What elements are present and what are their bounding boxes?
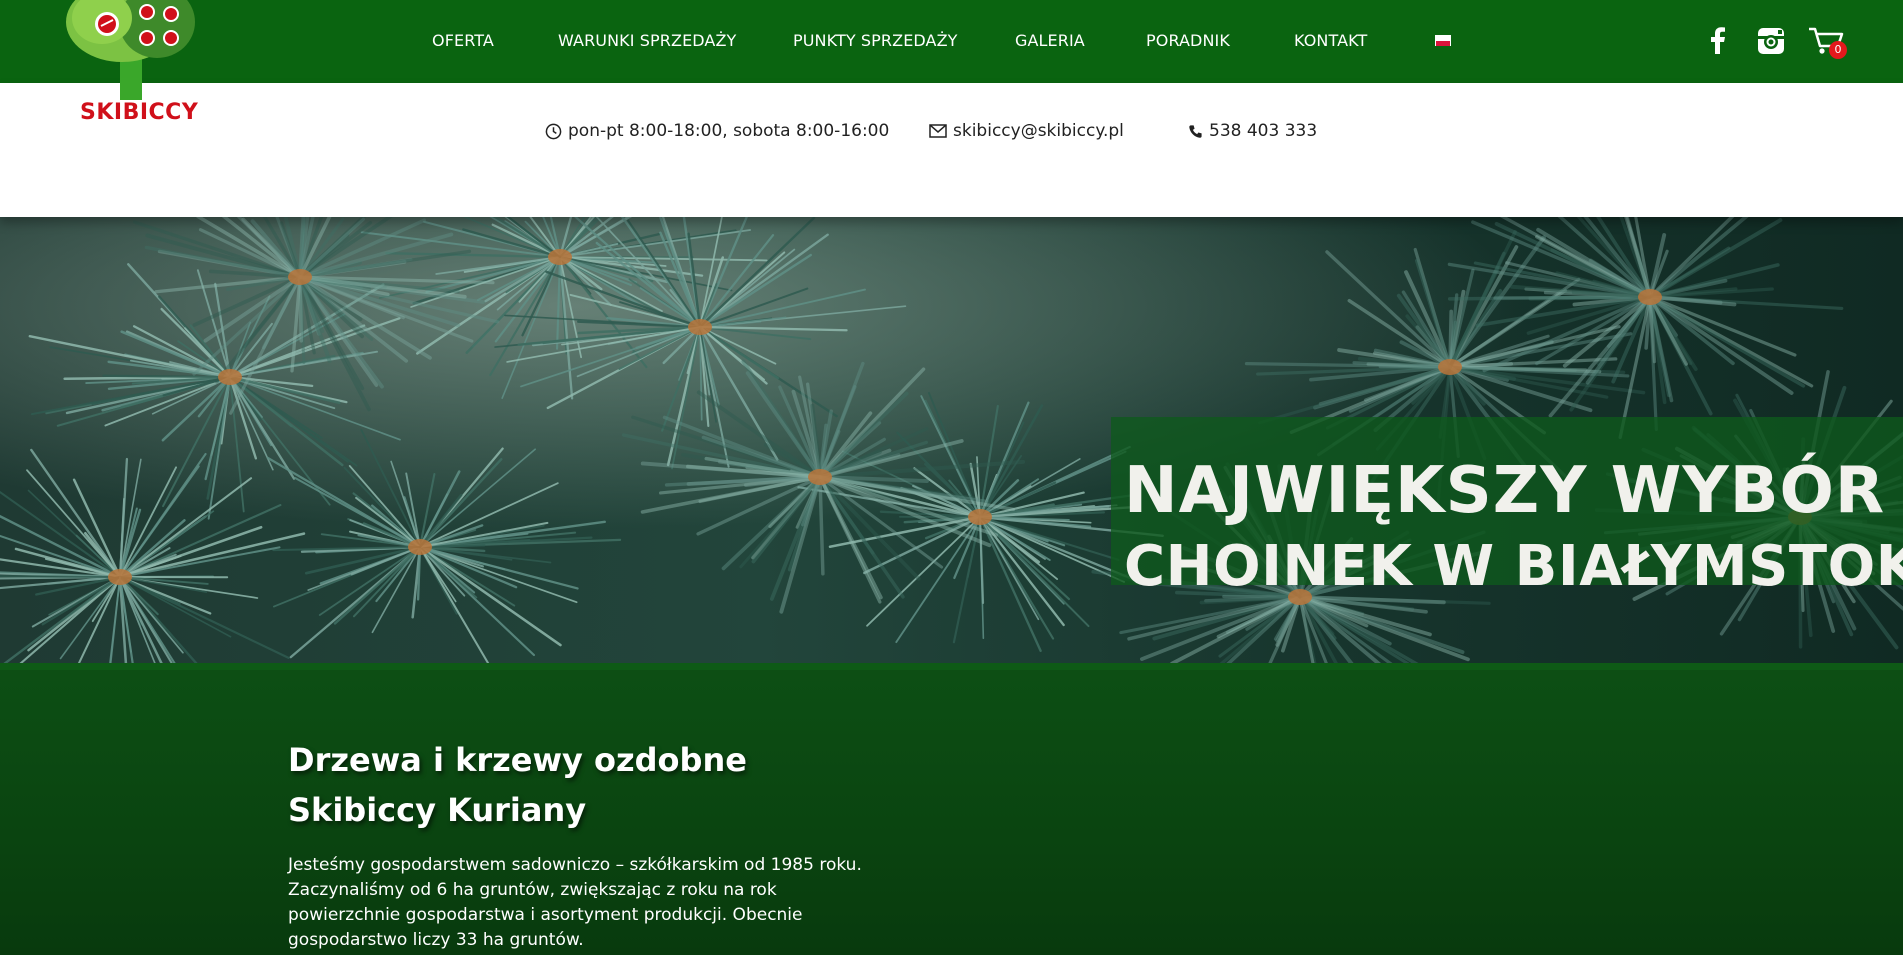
- logo-text: SKIBICCY: [80, 100, 199, 125]
- intro-paragraph: Jesteśmy gospodarstwem sadowniczo – szkó…: [288, 855, 862, 950]
- instagram-icon[interactable]: [1754, 24, 1788, 58]
- hero-headline-line1: NAJWIĘKSZY WYBÓR: [1124, 454, 1886, 528]
- nav-item-oferta[interactable]: OFERTA: [432, 31, 494, 50]
- nav-item-poradnik[interactable]: PORADNIK: [1146, 31, 1230, 50]
- facebook-icon[interactable]: [1701, 24, 1735, 58]
- nav-item-galeria[interactable]: GALERIA: [1015, 31, 1085, 50]
- email-contact[interactable]: skibiccy@skibiccy.pl: [929, 121, 1124, 141]
- phone-icon: [1189, 124, 1202, 138]
- nav-item-warunki-sprzedazy[interactable]: WARUNKI SPRZEDAŻY: [558, 31, 736, 50]
- mail-icon: [929, 124, 947, 138]
- nav-item-kontakt[interactable]: KONTAKT: [1294, 31, 1367, 50]
- flag-pl-icon[interactable]: [1435, 35, 1451, 46]
- intro-heading: Drzewa i krzewy ozdobne Skibiccy Kuriany: [288, 741, 747, 829]
- opening-hours: pon-pt 8:00-18:00, sobota 8:00-16:00: [545, 121, 889, 141]
- phone-contact[interactable]: 538 403 333: [1188, 121, 1317, 141]
- clock-icon: [545, 123, 562, 139]
- cart-count-badge: 0: [1829, 41, 1847, 59]
- phone-text[interactable]: 538 403 333: [1209, 121, 1317, 141]
- logo-tree-icon: [66, 0, 195, 100]
- opening-hours-text: pon-pt 8:00-18:00, sobota 8:00-16:00: [568, 121, 890, 141]
- main-nav: OFERTA WARUNKI SPRZEDAŻY PUNKTY SPRZEDAŻ…: [0, 0, 1903, 83]
- section-divider: [0, 663, 1903, 670]
- hero-banner: NAJWIĘKSZY WYBÓR CHOINEK W BIAŁYMSTOKU: [0, 217, 1903, 663]
- intro-section: Drzewa i krzewy ozdobne Skibiccy Kuriany…: [0, 663, 1903, 955]
- nav-item-punkty-sprzedazy[interactable]: PUNKTY SPRZEDAŻY: [793, 31, 958, 50]
- contact-info-bar: [0, 83, 1903, 217]
- hero-headline-line2: CHOINEK W BIAŁYMSTOKU: [1124, 534, 1903, 599]
- email-text[interactable]: skibiccy@skibiccy.pl: [953, 121, 1124, 141]
